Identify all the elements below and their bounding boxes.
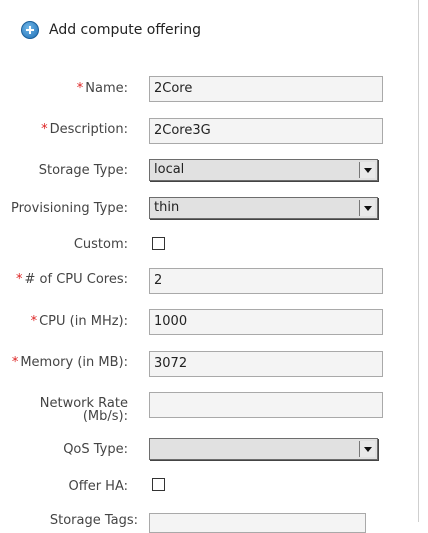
cpu-cores-label-text: # of CPU Cores: [24, 272, 129, 287]
required-marker: * [16, 272, 23, 287]
dialog-title: Add compute offering [49, 22, 201, 38]
memory-label-text: Memory (in MB): [20, 355, 128, 370]
network-rate-label-line2: (Mb/s): [82, 409, 128, 424]
form-row-cpu-mhz: * CPU (in MHz): 1000 [0, 309, 418, 335]
offer-ha-checkbox[interactable] [152, 478, 165, 491]
description-input[interactable]: 2Core3G [149, 118, 383, 144]
form-row-offer-ha: Offer HA: [0, 477, 418, 494]
custom-checkbox[interactable] [152, 237, 165, 250]
storage-type-select[interactable]: local [149, 159, 378, 181]
required-marker: * [30, 314, 38, 329]
form-row-network-rate: Network Rate (Mb/s): [0, 392, 418, 423]
cpu-mhz-input[interactable]: 1000 [149, 309, 383, 335]
form-row-qos-type: QoS Type: [0, 438, 418, 460]
description-label: * Description: [41, 122, 128, 137]
form-row-custom: Custom: [0, 236, 418, 252]
chevron-down-icon [359, 441, 375, 457]
custom-label: Custom: [73, 237, 128, 252]
offer-ha-label: Offer HA: [68, 479, 128, 494]
form-row-description: * Description: 2Core3G [0, 118, 418, 144]
form-row-provisioning-type: Provisioning Type: thin [0, 197, 418, 219]
name-input[interactable]: 2Core [149, 76, 383, 102]
network-rate-label: Network Rate (Mb/s): [40, 397, 128, 423]
storage-tags-label: Storage Tags: [49, 513, 138, 528]
qos-type-select[interactable] [149, 438, 378, 460]
dialog-header: Add compute offering [21, 20, 201, 40]
required-marker: * [11, 355, 19, 370]
cpu-cores-input[interactable]: 2 [149, 268, 383, 294]
cpu-cores-label: * # of CPU Cores: [16, 272, 128, 287]
form-row-name: * Name: 2Core [0, 76, 418, 102]
form-row-cpu-cores: * # of CPU Cores: 2 [0, 268, 418, 294]
name-label: * Name: [77, 81, 128, 96]
name-label-text: Name: [85, 81, 128, 96]
chevron-down-icon [359, 200, 375, 216]
dialog-right-border [418, 0, 419, 522]
provisioning-type-label: Provisioning Type: [11, 201, 128, 216]
cpu-mhz-label: * CPU (in MHz): [31, 314, 128, 329]
description-label-text: Description: [49, 122, 128, 137]
storage-tags-input[interactable] [149, 513, 366, 533]
cpu-mhz-label-text: CPU (in MHz): [39, 314, 128, 329]
form-row-storage-type: Storage Type: local [0, 159, 418, 181]
provisioning-type-select[interactable]: thin [149, 197, 378, 219]
provisioning-type-value: thin [154, 200, 180, 215]
required-marker: * [76, 81, 84, 96]
form-row-memory: * Memory (in MB): 3072 [0, 351, 418, 377]
network-rate-input[interactable] [149, 392, 383, 418]
chevron-down-icon [359, 162, 375, 178]
plus-circle-icon [21, 21, 39, 39]
storage-type-label: Storage Type: [38, 163, 128, 178]
storage-type-value: local [154, 162, 185, 177]
required-marker: * [41, 122, 48, 137]
memory-input[interactable]: 3072 [149, 351, 383, 377]
memory-label: * Memory (in MB): [12, 355, 128, 370]
qos-type-label: QoS Type: [63, 442, 128, 457]
